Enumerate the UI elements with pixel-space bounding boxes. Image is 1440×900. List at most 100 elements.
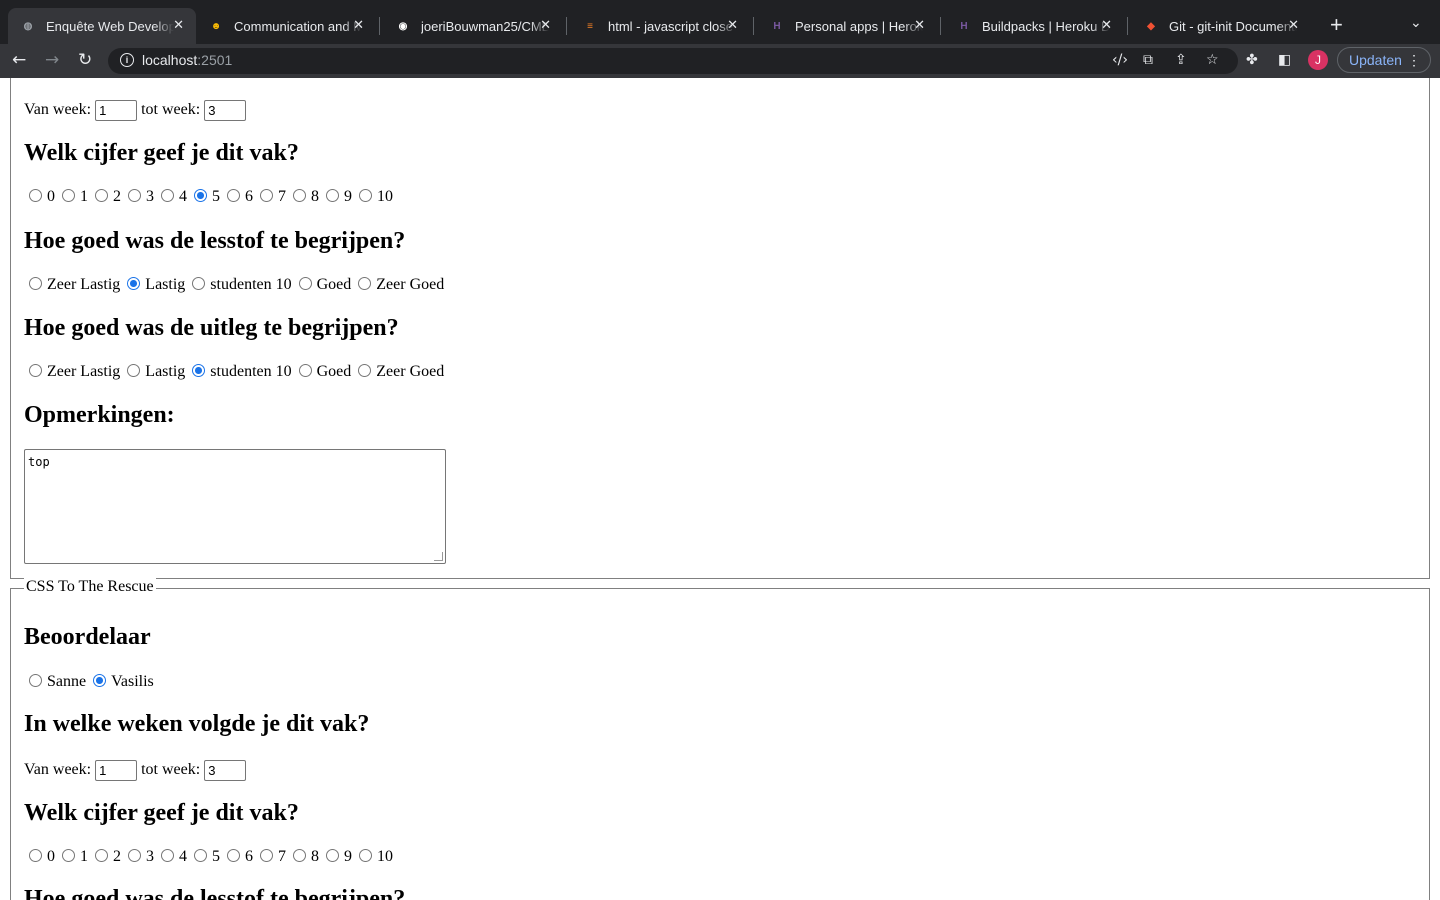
radio-button[interactable] bbox=[29, 277, 42, 290]
remarks-textarea[interactable]: top bbox=[24, 449, 446, 564]
radio-button[interactable] bbox=[358, 364, 372, 377]
radio-option[interactable]: 6 bbox=[222, 848, 253, 866]
radio-option[interactable]: 7 bbox=[255, 188, 286, 206]
radio-button[interactable] bbox=[260, 189, 273, 202]
radio-button[interactable] bbox=[127, 364, 141, 377]
address-bar[interactable]: i localhost:2501 bbox=[108, 48, 1238, 74]
radio-button[interactable] bbox=[29, 849, 42, 862]
close-tab-icon[interactable]: ✕ bbox=[1101, 17, 1112, 33]
radio-option[interactable]: 7 bbox=[255, 848, 286, 866]
radio-button[interactable] bbox=[29, 674, 42, 687]
radio-button[interactable] bbox=[62, 849, 75, 862]
back-icon[interactable]: ← bbox=[12, 50, 26, 70]
update-button[interactable]: Updaten ⋮ bbox=[1337, 47, 1431, 73]
browser-tab[interactable]: ◉ joeriBouwman25/CMD ✕ bbox=[383, 8, 563, 44]
radio-button[interactable] bbox=[298, 364, 312, 377]
radio-option[interactable]: 2 bbox=[90, 188, 121, 206]
radio-button[interactable] bbox=[260, 849, 273, 862]
extensions-icon[interactable]: ✤ bbox=[1246, 52, 1258, 68]
close-tab-icon[interactable]: ✕ bbox=[353, 17, 364, 33]
avatar[interactable]: J bbox=[1308, 50, 1328, 70]
tab-search-chevron-icon[interactable]: ⌄ bbox=[1410, 14, 1422, 31]
radio-button[interactable] bbox=[326, 189, 339, 202]
radio-option[interactable]: Lastig bbox=[122, 363, 185, 381]
radio-option[interactable]: Zeer Lastig bbox=[24, 363, 120, 381]
radio-option[interactable]: 4 bbox=[156, 188, 187, 206]
radio-option[interactable]: Zeer Lastig bbox=[24, 276, 120, 294]
radio-option[interactable]: 10 bbox=[354, 848, 393, 866]
radio-option[interactable]: Lastig bbox=[122, 276, 185, 294]
browser-tab[interactable]: ☻ Communication and Multimedia✕ bbox=[196, 8, 376, 44]
radio-button[interactable] bbox=[128, 849, 141, 862]
radio-option[interactable]: 4 bbox=[156, 848, 187, 866]
close-tab-icon[interactable]: ✕ bbox=[914, 17, 925, 33]
browser-tab[interactable]: H Personal apps | Heroku ✕ bbox=[757, 8, 937, 44]
radio-option[interactable]: 0 bbox=[24, 188, 55, 206]
browser-tab[interactable]: ◆ Git - git-init Documentation✕ bbox=[1131, 8, 1311, 44]
radio-button[interactable] bbox=[227, 189, 240, 202]
radio-option[interactable]: Zeer Goed bbox=[353, 276, 444, 294]
radio-button[interactable] bbox=[298, 277, 312, 290]
radio-option[interactable]: 3 bbox=[123, 848, 154, 866]
radio-button[interactable] bbox=[95, 849, 108, 862]
radio-button[interactable] bbox=[128, 189, 141, 202]
radio-option[interactable]: 9 bbox=[321, 848, 352, 866]
radio-button[interactable] bbox=[326, 849, 339, 862]
radio-option[interactable]: Goed bbox=[294, 276, 351, 294]
close-tab-icon[interactable]: ✕ bbox=[1288, 17, 1299, 33]
radio-option[interactable]: 0 bbox=[24, 848, 55, 866]
close-tab-icon[interactable]: ✕ bbox=[540, 17, 551, 33]
radio-option[interactable]: 8 bbox=[288, 188, 319, 206]
browser-tab[interactable]: H Buildpacks | Heroku Dev ✕ bbox=[944, 8, 1124, 44]
weeks-to-input[interactable]: 3 bbox=[204, 760, 247, 781]
radio-option[interactable]: Goed bbox=[294, 363, 351, 381]
bookmark-star-icon[interactable]: ☆ bbox=[1206, 52, 1219, 68]
radio-option[interactable]: 5 bbox=[189, 848, 220, 866]
side-panel-icon[interactable]: ◧ bbox=[1278, 52, 1291, 68]
open-in-new-icon[interactable]: ⧉ bbox=[1143, 52, 1153, 68]
radio-option[interactable]: Zeer Goed bbox=[353, 363, 444, 381]
radio-button[interactable] bbox=[192, 364, 206, 377]
radio-button[interactable] bbox=[161, 849, 174, 862]
weeks-from-input[interactable]: 1 bbox=[95, 100, 138, 121]
radio-option[interactable]: Vasilis bbox=[88, 673, 154, 691]
radio-button[interactable] bbox=[62, 189, 75, 202]
weeks-to-input[interactable]: 3 bbox=[204, 100, 247, 121]
radio-button[interactable] bbox=[95, 189, 108, 202]
radio-option[interactable]: 10 bbox=[354, 188, 393, 206]
radio-button[interactable] bbox=[29, 364, 42, 377]
radio-button[interactable] bbox=[192, 277, 206, 290]
radio-option[interactable]: 1 bbox=[57, 188, 88, 206]
weeks-from-input[interactable]: 1 bbox=[95, 760, 138, 781]
radio-button[interactable] bbox=[293, 189, 306, 202]
radio-option[interactable]: 1 bbox=[57, 848, 88, 866]
radio-button[interactable] bbox=[161, 189, 174, 202]
site-info-icon[interactable]: i bbox=[120, 53, 134, 67]
radio-button[interactable] bbox=[93, 674, 107, 687]
radio-option[interactable]: Sanne bbox=[24, 673, 86, 691]
radio-option[interactable]: studenten 10 bbox=[187, 276, 292, 294]
close-tab-icon[interactable]: ✕ bbox=[173, 17, 184, 33]
devtools-blocked-icon[interactable]: ‹/› bbox=[1112, 52, 1128, 68]
new-tab-button[interactable]: + bbox=[1330, 12, 1343, 38]
browser-tab[interactable]: ≡ html - javascript close ✕ bbox=[570, 8, 750, 44]
forward-icon[interactable]: → bbox=[45, 50, 59, 70]
close-tab-icon[interactable]: ✕ bbox=[727, 17, 738, 33]
radio-button[interactable] bbox=[29, 189, 42, 202]
radio-button[interactable] bbox=[359, 189, 372, 202]
radio-option[interactable]: 6 bbox=[222, 188, 253, 206]
radio-button[interactable] bbox=[194, 849, 207, 862]
resize-grip-icon[interactable] bbox=[434, 552, 443, 561]
radio-button[interactable] bbox=[194, 189, 207, 202]
radio-button[interactable] bbox=[293, 849, 306, 862]
radio-option[interactable]: 5 bbox=[189, 188, 220, 206]
reload-icon[interactable]: ↻ bbox=[78, 50, 92, 70]
radio-button[interactable] bbox=[359, 849, 372, 862]
radio-option[interactable]: studenten 10 bbox=[187, 363, 292, 381]
radio-option[interactable]: 2 bbox=[90, 848, 121, 866]
radio-option[interactable]: 9 bbox=[321, 188, 352, 206]
radio-option[interactable]: 8 bbox=[288, 848, 319, 866]
radio-button[interactable] bbox=[227, 849, 240, 862]
radio-button[interactable] bbox=[358, 277, 372, 290]
menu-kebab-icon[interactable]: ⋮ bbox=[1407, 48, 1421, 72]
